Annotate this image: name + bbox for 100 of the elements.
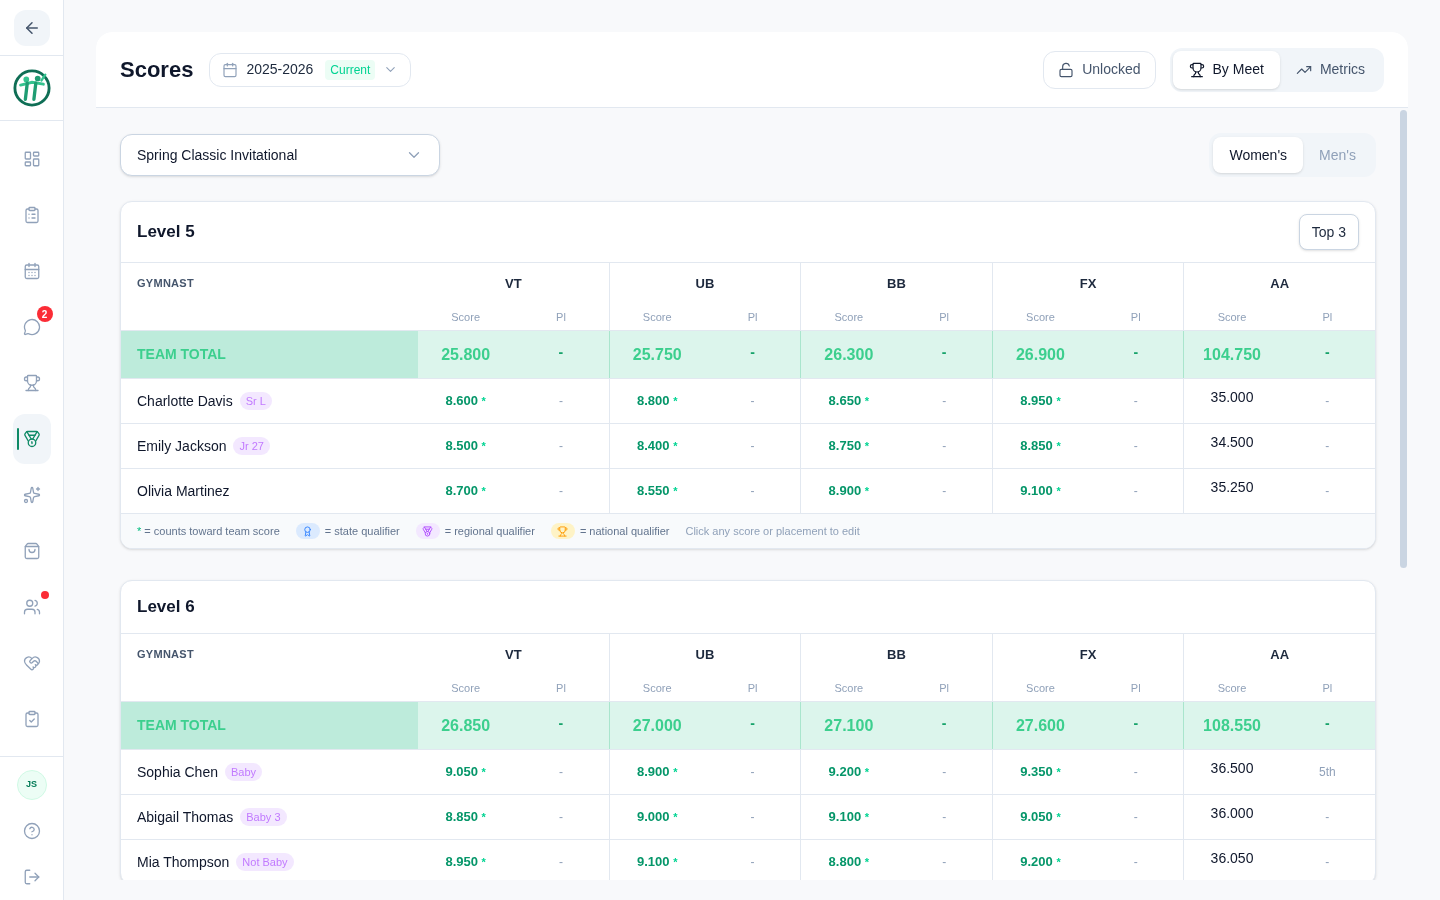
- score-value[interactable]: 8.700 *: [445, 481, 486, 501]
- score-value[interactable]: 8.850 *: [1020, 436, 1061, 456]
- score-value[interactable]: 9.200 *: [828, 762, 870, 782]
- score-value[interactable]: 8.900 *: [828, 481, 870, 501]
- gender-tab[interactable]: Women's: [1213, 137, 1304, 173]
- view-tab[interactable]: Metrics: [1279, 50, 1381, 89]
- heart-handshake-icon: [22, 654, 41, 672]
- place-value[interactable]: -: [750, 808, 755, 826]
- place-value[interactable]: -: [1325, 437, 1330, 455]
- nav-item[interactable]: 2: [12, 302, 51, 352]
- place-value[interactable]: -: [558, 853, 563, 871]
- column-header: UB: [695, 645, 715, 664]
- place-value[interactable]: -: [942, 763, 947, 781]
- place-value[interactable]: -: [1133, 763, 1138, 781]
- score-value[interactable]: 9.100 *: [828, 807, 870, 827]
- score-value[interactable]: 8.950 *: [1020, 391, 1061, 411]
- score-value[interactable]: 9.200 *: [1020, 852, 1061, 872]
- score-value[interactable]: 8.900 *: [637, 762, 678, 782]
- column-header: GYMNAST: [137, 647, 194, 663]
- score-value[interactable]: 8.950 *: [445, 852, 486, 872]
- column-subheader: Score: [451, 309, 480, 325]
- score-value[interactable]: 9.050 *: [1020, 807, 1061, 827]
- place-value[interactable]: -: [1133, 853, 1138, 871]
- place-value[interactable]: -: [558, 482, 563, 500]
- place-value[interactable]: -: [1325, 482, 1330, 500]
- gymnast-name: Mia Thompson: [137, 852, 230, 872]
- legend-text: = regional qualifier: [444, 523, 535, 539]
- ribbon-icon: [295, 523, 320, 539]
- place-value[interactable]: 5th: [1318, 763, 1336, 781]
- score-value[interactable]: 8.800 *: [637, 391, 678, 411]
- column-header: AA: [1270, 274, 1290, 293]
- place-value[interactable]: -: [942, 853, 947, 871]
- page-title: Scores: [120, 56, 194, 84]
- gymnast-name: Sophia Chen: [137, 762, 218, 782]
- place-value[interactable]: -: [750, 437, 755, 455]
- place-value[interactable]: -: [1325, 808, 1330, 826]
- place-value[interactable]: -: [1325, 853, 1330, 871]
- place-value[interactable]: -: [750, 853, 755, 871]
- notification-badge: 2: [36, 306, 53, 322]
- place-value[interactable]: -: [750, 763, 755, 781]
- clipboard-list-icon: [22, 206, 41, 224]
- place-value[interactable]: -: [750, 392, 755, 410]
- place-value[interactable]: -: [942, 482, 947, 500]
- score-value[interactable]: 8.600 *: [445, 391, 486, 411]
- meet-select[interactable]: Spring Classic Invitational: [120, 134, 440, 176]
- logout-icon: [22, 868, 41, 886]
- score-value[interactable]: 36.050: [1210, 847, 1254, 869]
- place-value[interactable]: -: [1133, 437, 1138, 455]
- team-score: 104.750: [1203, 344, 1261, 365]
- top-filter-button[interactable]: Top 3: [1298, 214, 1359, 250]
- trophy-icon: [550, 523, 575, 539]
- season-select[interactable]: 2025-2026 Current: [209, 52, 412, 87]
- place-value[interactable]: -: [1325, 392, 1330, 410]
- calendar-icon: [222, 61, 239, 78]
- place-value[interactable]: -: [558, 437, 563, 455]
- score-value[interactable]: 34.500: [1210, 431, 1254, 453]
- view-tab[interactable]: By Meet: [1172, 50, 1280, 89]
- score-value[interactable]: 9.000 *: [637, 807, 678, 827]
- score-value[interactable]: 35.250: [1210, 476, 1254, 498]
- score-value[interactable]: 36.500: [1210, 757, 1254, 779]
- score-value[interactable]: 9.050 *: [445, 762, 486, 782]
- trophy-icon: [1188, 61, 1205, 78]
- score-value[interactable]: 9.350 *: [1020, 762, 1061, 782]
- user-avatar[interactable]: JS: [16, 770, 47, 800]
- team-place: -: [750, 343, 755, 362]
- column-subheader: Pl: [1322, 309, 1333, 325]
- score-value[interactable]: 8.500 *: [445, 436, 486, 456]
- column-subheader: Score: [1217, 309, 1247, 325]
- score-value[interactable]: 8.400 *: [637, 436, 678, 456]
- place-value[interactable]: -: [1133, 392, 1138, 410]
- place-value[interactable]: -: [942, 437, 947, 455]
- score-value[interactable]: 36.000: [1210, 802, 1254, 824]
- score-value[interactable]: 8.800 *: [828, 852, 870, 872]
- score-value[interactable]: 9.100 *: [637, 852, 678, 872]
- score-value[interactable]: 35.000: [1210, 386, 1254, 408]
- score-value[interactable]: 8.850 *: [445, 807, 486, 827]
- score-value[interactable]: 8.750 *: [828, 436, 870, 456]
- column-header: VT: [505, 645, 522, 664]
- place-value[interactable]: -: [942, 392, 947, 410]
- place-value[interactable]: -: [558, 808, 563, 826]
- score-value[interactable]: 8.650 *: [828, 391, 870, 411]
- score-value[interactable]: 9.100 *: [1020, 481, 1061, 501]
- logo-icon[interactable]: [12, 69, 51, 107]
- place-value[interactable]: -: [558, 392, 563, 410]
- gender-tab[interactable]: Men's: [1303, 137, 1372, 173]
- lock-toggle-button[interactable]: Unlocked: [1043, 50, 1156, 89]
- column-header: AA: [1270, 645, 1290, 664]
- help-icon: [22, 822, 41, 840]
- place-value[interactable]: -: [750, 482, 755, 500]
- place-value[interactable]: -: [558, 763, 563, 781]
- column-subheader: Pl: [939, 680, 949, 696]
- back-button[interactable]: [13, 9, 50, 46]
- open-padlock-icon: [1058, 61, 1075, 78]
- score-value[interactable]: 8.550 *: [637, 481, 678, 501]
- place-value[interactable]: -: [1133, 482, 1138, 500]
- nav-item[interactable]: [12, 414, 51, 464]
- place-value[interactable]: -: [942, 808, 947, 826]
- scrollbar-thumb[interactable]: [1400, 110, 1407, 568]
- place-value[interactable]: -: [1133, 808, 1138, 826]
- level-tag: Sr L: [239, 391, 272, 411]
